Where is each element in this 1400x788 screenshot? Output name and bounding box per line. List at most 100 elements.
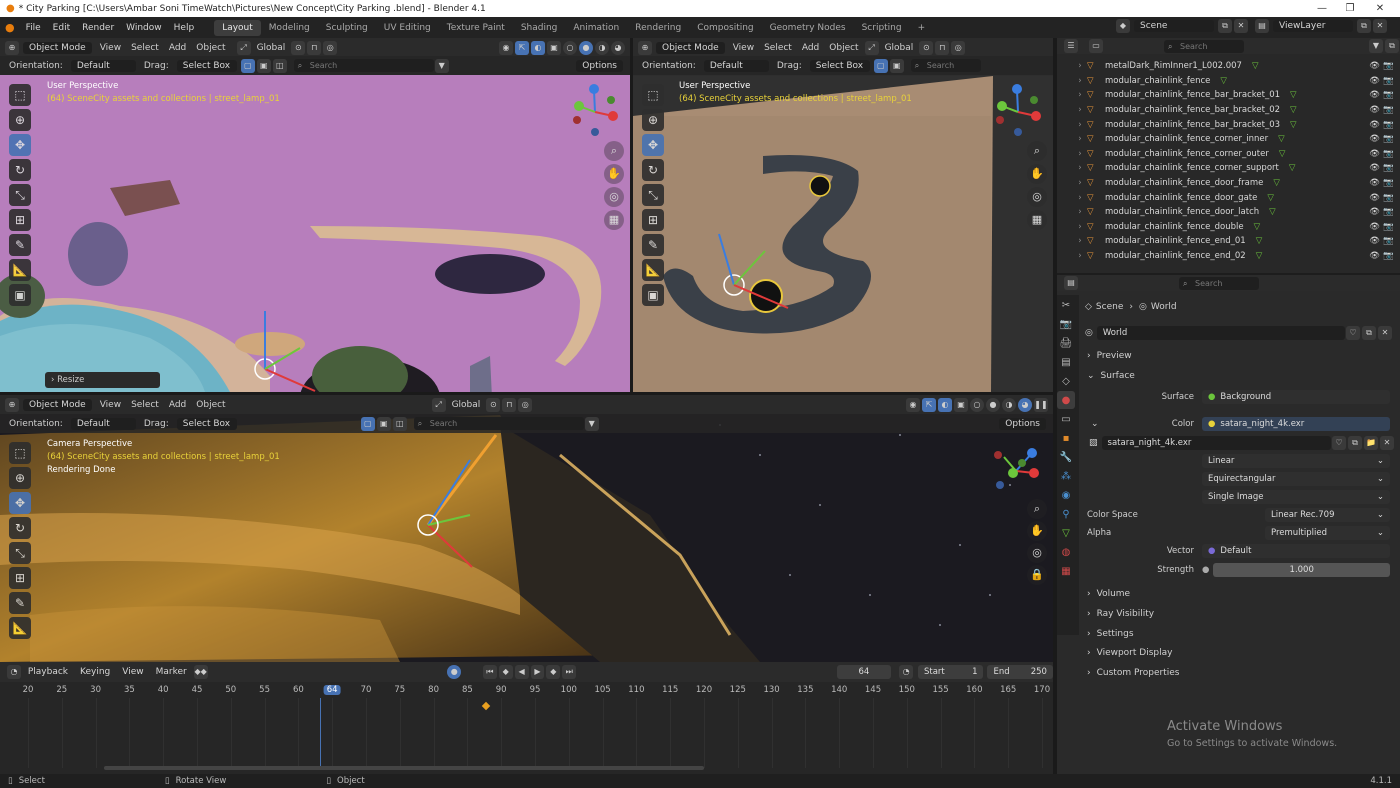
- material-tab-icon[interactable]: ◍: [1057, 543, 1075, 561]
- orientation-dropdown[interactable]: Default: [703, 59, 769, 72]
- outliner-editor-icon[interactable]: ☰: [1064, 39, 1078, 53]
- panel-volume[interactable]: › Volume: [1087, 585, 1130, 603]
- menu-add[interactable]: Add: [164, 400, 191, 410]
- outliner-row[interactable]: › ▽ modular_chainlink_fence_end_01 ▽ 👁 📷: [1057, 234, 1400, 249]
- timeline-scrollbar[interactable]: [104, 766, 704, 770]
- keyframe-diamond[interactable]: [481, 701, 490, 711]
- expand-arrow-icon[interactable]: ›: [1073, 236, 1087, 246]
- menu-object[interactable]: Object: [191, 43, 230, 53]
- render-camera-icon[interactable]: 📷: [1383, 134, 1394, 144]
- expand-arrow-icon[interactable]: ›: [1073, 61, 1087, 71]
- orientation-dropdown[interactable]: Default: [70, 417, 136, 430]
- expand-arrow-icon[interactable]: ›: [1073, 251, 1087, 261]
- prev-keyframe-icon[interactable]: ◆: [498, 665, 513, 679]
- tool-tab-icon[interactable]: ✂: [1057, 296, 1075, 314]
- move-tool-icon[interactable]: ✥: [642, 134, 664, 156]
- grid-toggle-icon[interactable]: ▦: [604, 210, 624, 230]
- breadcrumb-scene[interactable]: Scene: [1096, 302, 1123, 312]
- transform-tool-icon[interactable]: ⊞: [9, 209, 31, 231]
- editor-type-icon[interactable]: ⊕: [638, 40, 652, 55]
- menu-object[interactable]: Object: [824, 43, 863, 53]
- rotate-tool-icon[interactable]: ↻: [642, 159, 664, 181]
- outliner-row[interactable]: › ▽ modular_chainlink_fence ▽ 👁 📷: [1057, 74, 1400, 89]
- panel-viewport-display[interactable]: › Viewport Display: [1087, 644, 1172, 662]
- wireframe-shading-icon[interactable]: ○: [970, 397, 984, 412]
- transform-tool-icon[interactable]: ⊞: [642, 209, 664, 231]
- visibility-eye-icon[interactable]: 👁: [1369, 134, 1380, 144]
- render-camera-icon[interactable]: 📷: [1383, 236, 1394, 246]
- render-camera-icon[interactable]: 📷: [1383, 163, 1394, 173]
- menu-add[interactable]: Add: [797, 43, 824, 53]
- add-workspace-button[interactable]: +: [910, 20, 934, 36]
- render-camera-icon[interactable]: 📷: [1383, 76, 1394, 86]
- visibility-eye-icon[interactable]: 👁: [1369, 207, 1380, 217]
- filter-icon[interactable]: ▼: [1369, 39, 1383, 53]
- constraints-tab-icon[interactable]: ⚲: [1057, 505, 1075, 523]
- gizmo-toggle-icon[interactable]: ⇱: [922, 397, 936, 412]
- delete-view-layer-icon[interactable]: ✕: [1373, 19, 1387, 33]
- tab-modeling[interactable]: Modeling: [261, 20, 318, 36]
- expand-arrow-icon[interactable]: ›: [1073, 76, 1087, 86]
- proportional-edit-icon[interactable]: ◎: [518, 397, 533, 412]
- image-fake-user-icon[interactable]: ♡: [1332, 435, 1346, 450]
- add-cube-tool-icon[interactable]: ▣: [642, 284, 664, 306]
- mode-selector[interactable]: Object Mode: [23, 398, 92, 411]
- zoom-icon[interactable]: ⌕: [604, 141, 624, 161]
- add-cube-tool-icon[interactable]: ▣: [9, 284, 31, 306]
- new-view-layer-icon[interactable]: ⧉: [1357, 19, 1371, 33]
- move-tool-icon[interactable]: ✥: [9, 134, 31, 156]
- rotate-tool-icon[interactable]: ↻: [9, 159, 31, 181]
- mode-selector[interactable]: Object Mode: [23, 41, 92, 54]
- camera-view-icon[interactable]: ◎: [604, 187, 624, 207]
- menu-view[interactable]: View: [95, 43, 126, 53]
- filter-icon[interactable]: ▼: [434, 58, 449, 73]
- visibility-eye-icon[interactable]: 👁: [1369, 236, 1380, 246]
- tab-scripting[interactable]: Scripting: [854, 20, 910, 36]
- transform-orientation-dropdown[interactable]: Global: [447, 400, 486, 410]
- timeline-tracks[interactable]: [0, 698, 1053, 768]
- keyframe-type-icon[interactable]: ◆◆: [193, 665, 208, 679]
- strength-slider[interactable]: 1.000: [1213, 563, 1390, 577]
- render-camera-icon[interactable]: 📷: [1383, 149, 1394, 159]
- menu-playback[interactable]: Playback: [22, 667, 74, 677]
- annotate-tool-icon[interactable]: ✎: [642, 234, 664, 256]
- rendered-shading-icon[interactable]: ◕: [611, 40, 625, 55]
- scale-tool-icon[interactable]: ⤡: [9, 184, 31, 206]
- current-frame-field[interactable]: 64: [836, 665, 892, 679]
- visibility-icon[interactable]: ◉: [906, 397, 920, 412]
- expand-arrow-icon[interactable]: ›: [1073, 178, 1087, 188]
- jump-end-icon[interactable]: ⏭: [562, 665, 577, 679]
- data-tab-icon[interactable]: ▽: [1057, 524, 1075, 542]
- outliner-row[interactable]: › ▽ modular_chainlink_fence_corner_outer ▽ 👁…: [1057, 147, 1400, 162]
- proportional-edit-icon[interactable]: ◎: [323, 40, 338, 55]
- select-mode-icon[interactable]: ▢: [240, 58, 255, 73]
- time-sync-icon[interactable]: ◔: [899, 665, 913, 679]
- expand-arrow-icon[interactable]: ›: [1073, 134, 1087, 144]
- menu-select[interactable]: Select: [126, 43, 164, 53]
- expand-arrow-icon[interactable]: ›: [1073, 193, 1087, 203]
- xray-icon[interactable]: ▣: [954, 397, 968, 412]
- transform-orientation-dropdown[interactable]: Global: [252, 43, 291, 53]
- zoom-icon[interactable]: ⌕: [1027, 499, 1047, 519]
- panel-ray-visibility[interactable]: › Ray Visibility: [1087, 605, 1154, 623]
- grid-toggle-icon[interactable]: ▦: [1027, 210, 1047, 230]
- visibility-eye-icon[interactable]: 👁: [1369, 193, 1380, 203]
- outliner-row[interactable]: › ▽ modular_chainlink_fence_double ▽ 👁 📷: [1057, 220, 1400, 235]
- panel-settings[interactable]: › Settings: [1087, 625, 1134, 643]
- select-mode-icon[interactable]: ▢: [873, 58, 888, 73]
- material-shading-icon[interactable]: ◑: [595, 40, 609, 55]
- expand-arrow-icon[interactable]: ›: [1073, 90, 1087, 100]
- source-dropdown[interactable]: Single Image ⌄: [1202, 490, 1390, 504]
- scale-tool-icon[interactable]: ⤡: [642, 184, 664, 206]
- measure-tool-icon[interactable]: 📐: [9, 259, 31, 281]
- expand-arrow-icon[interactable]: ›: [1073, 149, 1087, 159]
- tab-layout[interactable]: Layout: [214, 19, 261, 36]
- outliner-row[interactable]: › ▽ modular_chainlink_fence_bar_bracket_02…: [1057, 103, 1400, 118]
- cursor-tool-icon[interactable]: ⊕: [642, 109, 664, 131]
- drag-dropdown[interactable]: Select Box: [809, 59, 870, 72]
- drag-dropdown[interactable]: Select Box: [176, 59, 237, 72]
- output-tab-icon[interactable]: 🖨: [1057, 334, 1075, 352]
- menu-add[interactable]: Add: [164, 43, 191, 53]
- viewport-top-left[interactable]: ⊕ Object Mode View Select Add Object ⤢ G…: [0, 38, 630, 392]
- outliner-row[interactable]: › ▽ modular_chainlink_fence_door_gate ▽ 👁 📷: [1057, 190, 1400, 205]
